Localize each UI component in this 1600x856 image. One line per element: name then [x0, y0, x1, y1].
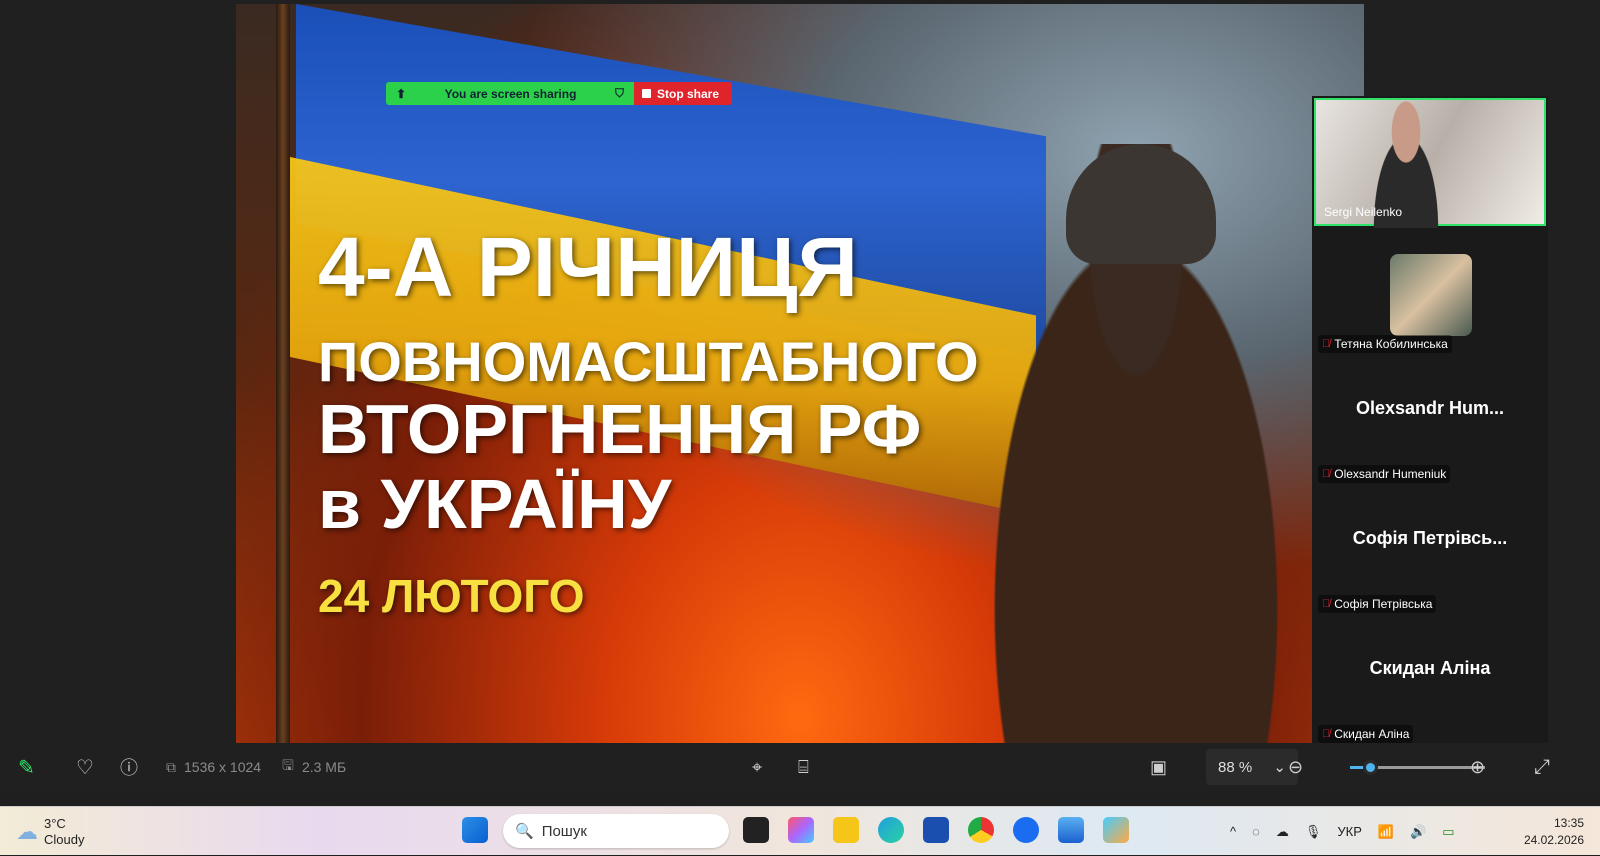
fullscreen-icon[interactable]: ⤢: [1534, 743, 1550, 791]
slide-date: 24 ЛЮТОГО: [318, 570, 585, 622]
participant-tile[interactable]: Sergi Neilenko: [1314, 98, 1546, 228]
time: 13:35: [1553, 815, 1584, 830]
zoom-app-icon[interactable]: [1013, 817, 1039, 843]
zoom-slider-handle[interactable]: [1363, 760, 1379, 775]
battery-icon[interactable]: ▭: [1442, 824, 1454, 840]
mic-muted-icon: 🎙̸: [1322, 728, 1331, 740]
chrome-icon[interactable]: [968, 817, 994, 843]
search-placeholder: Пошук: [541, 822, 587, 840]
slide-title: 4-А РІЧНИЦЯ: [318, 220, 858, 314]
weather-condition: Cloudy: [44, 831, 85, 847]
dimensions-icon: ⧉: [166, 758, 176, 775]
zoom-slider[interactable]: [1350, 760, 1485, 775]
edit-icon[interactable]: ✎: [18, 743, 35, 791]
visual-search-icon[interactable]: ⌖: [752, 743, 762, 791]
file-explorer-icon[interactable]: [833, 817, 859, 843]
wifi-icon[interactable]: 📶: [1378, 824, 1394, 840]
weather-widget[interactable]: ☁ 3°C Cloudy: [16, 807, 84, 856]
participant-name: Sergi Neilenko: [1324, 205, 1403, 219]
participant-name: Тетяна Кобилинська: [1334, 337, 1448, 351]
date: 24.02.2026: [1523, 832, 1584, 847]
mic-muted-icon: 🎙̸: [1322, 598, 1331, 610]
mic-muted-icon: 🎙̸: [1322, 338, 1331, 350]
favorite-heart-icon[interactable]: ♡: [76, 743, 94, 791]
participant-display-name: Софія Петрівсь...: [1352, 528, 1508, 548]
stop-icon: [642, 89, 651, 98]
text-scan-icon[interactable]: ⌸: [798, 743, 809, 791]
mic-muted-icon: 🎙̸: [1322, 468, 1331, 480]
paint-icon[interactable]: [1103, 817, 1129, 843]
onedrive-icon[interactable]: ☁: [1276, 824, 1289, 840]
participant-display-name: Olexsandr Hum...: [1355, 398, 1505, 418]
image-dimensions: 1536 x 1024: [184, 759, 262, 775]
participant-tile[interactable]: Скидан Аліна 🎙̸ Скидан Аліна: [1314, 618, 1546, 746]
slide-subtitle-1: ПОВНОМАСШТАБНОГО: [318, 330, 979, 393]
share-status[interactable]: ⬆ You are screen sharing ⛉: [386, 82, 634, 105]
participant-tile[interactable]: 🎙̸ Тетяна Кобилинська: [1314, 228, 1546, 356]
info-icon[interactable]: ⓘ: [120, 743, 138, 791]
temperature: 3°C: [44, 815, 66, 831]
microphone-icon[interactable]: 🎙: [1305, 824, 1322, 840]
windows-start-icon[interactable]: [462, 817, 488, 843]
avatar: [1390, 254, 1472, 336]
actual-size-icon[interactable]: ▣: [1150, 743, 1167, 791]
file-size: 2.3 МБ: [301, 759, 347, 775]
stop-share-label: Stop share: [657, 86, 720, 101]
slide-subtitle-2: ВТОРГНЕННЯ РФ: [318, 390, 922, 468]
chevron-down-icon: ⌄: [1273, 759, 1286, 776]
screen-share-bar[interactable]: ⬆ You are screen sharing ⛉ Stop share: [386, 82, 732, 105]
store-icon[interactable]: [923, 817, 949, 843]
participants-panel: Sergi Neilenko 🎙̸ Тетяна Кобилинська Olex…: [1312, 96, 1548, 748]
copilot-icon[interactable]: [788, 817, 814, 843]
participant-name: Софія Петрівська: [1334, 597, 1433, 611]
share-status-label: You are screen sharing: [444, 86, 577, 101]
participant-name: Olexsandr Humeniuk: [1334, 467, 1447, 481]
participant-tile[interactable]: Olexsandr Hum... 🎙̸ Olexsandr Humeniuk: [1314, 358, 1546, 486]
zoom-value: 88 %: [1218, 758, 1253, 776]
chevron-up-icon[interactable]: ^: [1230, 824, 1236, 839]
task-view-icon[interactable]: [743, 817, 769, 843]
slide-image: 4-А РІЧНИЦЯ ПОВНОМАСШТАБНОГО ВТОРГНЕННЯ …: [236, 4, 1364, 756]
zoom-out-icon[interactable]: ⊖: [1288, 743, 1303, 791]
clock[interactable]: 13:35 24.02.2026: [1488, 807, 1584, 856]
participant-name: Скидан Аліна: [1334, 727, 1410, 741]
shield-icon: ⛉: [614, 86, 624, 100]
taskbar-search[interactable]: 🔍 Пошук: [503, 814, 729, 848]
search-icon: 🔍: [515, 823, 534, 840]
file-size-icon: 🖫: [282, 757, 294, 773]
language-indicator[interactable]: УКР: [1337, 824, 1362, 839]
cloud-icon: ☁: [16, 818, 38, 844]
photos-icon[interactable]: [1058, 817, 1084, 843]
zoom-in-icon[interactable]: ⊕: [1470, 743, 1485, 791]
viewer-toolbar: ✎ ♡ ⓘ ⧉ 1536 x 1024 🖫 2.3 МБ ⌖ ⌸ ▣ 88 % ⌄ ⊖…: [0, 743, 1600, 791]
security-icon[interactable]: ◌: [1252, 824, 1260, 839]
volume-icon[interactable]: 🔊: [1410, 824, 1426, 840]
stop-share-button[interactable]: Stop share: [634, 82, 732, 105]
participant-display-name: Скидан Аліна: [1369, 658, 1491, 678]
zoom-select[interactable]: 88 % ⌄: [1206, 749, 1298, 785]
taskbar: ☁ 3°C Cloudy 🔍 Пошук ^ ◌ ☁ 🎙 УКР 📶 🔊 ▭ 13:…: [0, 806, 1600, 855]
participant-tile[interactable]: Софія Петрівсь... 🎙̸ Софія Петрівська: [1314, 488, 1546, 616]
edge-icon[interactable]: [878, 817, 904, 843]
flag-pole: [276, 4, 290, 756]
slide-subtitle-3: в УКРАЇНУ: [318, 465, 672, 543]
drag-handle-icon[interactable]: ⬆: [396, 87, 406, 101]
